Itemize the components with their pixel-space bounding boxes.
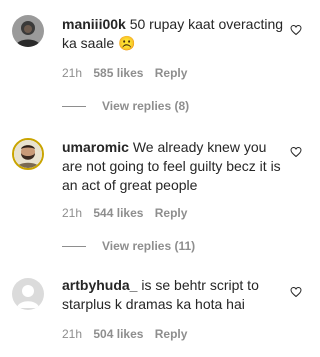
avatar[interactable] bbox=[12, 138, 44, 170]
likes-count[interactable]: 544 likes bbox=[93, 206, 143, 220]
avatar[interactable] bbox=[12, 15, 44, 47]
heart-icon[interactable] bbox=[290, 24, 302, 36]
view-replies-button[interactable]: View replies (8) bbox=[62, 99, 189, 113]
username[interactable]: maniii00k bbox=[62, 16, 126, 32]
timestamp[interactable]: 21h bbox=[62, 66, 82, 80]
comment-text: maniii00k 50 rupay kaat overacting ka sa… bbox=[62, 15, 284, 53]
comment-text: umaromic We already knew you are not goi… bbox=[62, 138, 284, 195]
comment-meta: 21h 504 likes Reply bbox=[62, 327, 195, 341]
view-replies-button[interactable]: View replies (11) bbox=[62, 239, 195, 253]
heart-icon[interactable] bbox=[290, 146, 302, 158]
reply-button[interactable]: Reply bbox=[155, 66, 188, 80]
avatar[interactable] bbox=[12, 278, 44, 310]
divider-line bbox=[62, 246, 86, 248]
view-replies-label: View replies (11) bbox=[102, 239, 196, 253]
comment-meta: 21h 544 likes Reply bbox=[62, 206, 195, 220]
comment-meta: 21h 585 likes Reply bbox=[62, 66, 195, 80]
likes-count[interactable]: 504 likes bbox=[93, 327, 143, 341]
timestamp[interactable]: 21h bbox=[62, 206, 82, 220]
likes-count[interactable]: 585 likes bbox=[93, 66, 143, 80]
reply-button[interactable]: Reply bbox=[155, 327, 188, 341]
username[interactable]: umaromic bbox=[62, 139, 129, 155]
username[interactable]: artbyhuda_ bbox=[62, 277, 137, 293]
reply-button[interactable]: Reply bbox=[155, 206, 188, 220]
comment-text: artbyhuda_ is se behtr script to starplu… bbox=[62, 276, 284, 314]
heart-icon[interactable] bbox=[290, 286, 302, 298]
timestamp[interactable]: 21h bbox=[62, 327, 82, 341]
divider-line bbox=[62, 106, 86, 108]
view-replies-label: View replies (8) bbox=[102, 99, 190, 113]
